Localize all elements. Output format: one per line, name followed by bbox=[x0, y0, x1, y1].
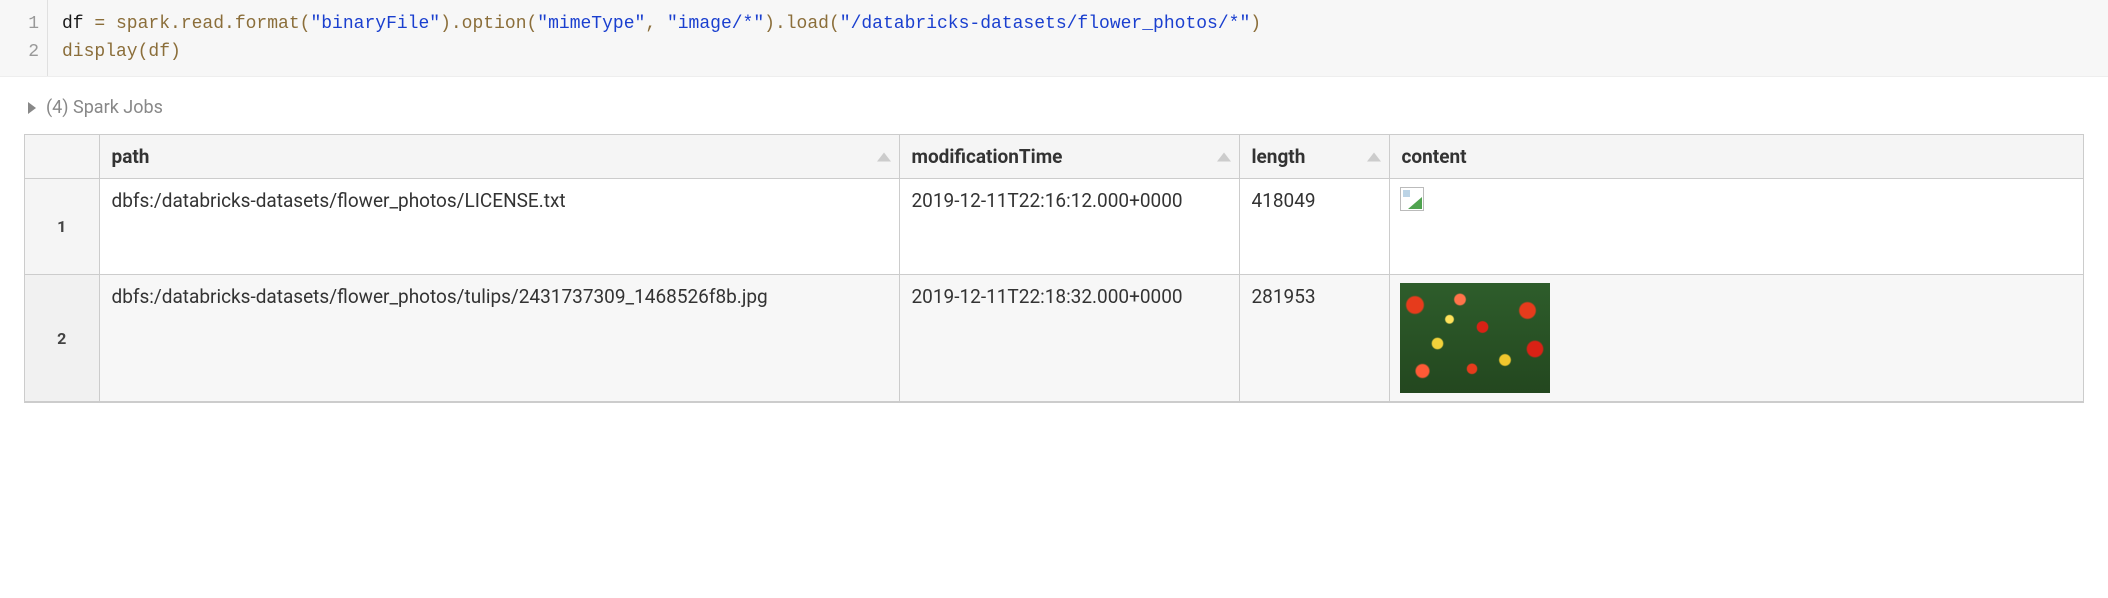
code-token: df bbox=[62, 14, 94, 34]
column-header-label: length bbox=[1252, 145, 1306, 168]
column-header-label: path bbox=[112, 145, 150, 168]
cell-content bbox=[1389, 275, 2084, 402]
table-row[interactable]: 2 dbfs:/databricks-datasets/flower_photo… bbox=[25, 275, 2084, 402]
cell-length: 418049 bbox=[1239, 179, 1389, 275]
code-token: "binaryFile" bbox=[310, 14, 440, 34]
column-header-path[interactable]: path bbox=[99, 135, 899, 179]
code-token: = spark.read.format( bbox=[94, 14, 310, 34]
code-token: "/databricks-datasets/flower_photos/*" bbox=[840, 14, 1250, 34]
cell-content bbox=[1389, 179, 2084, 275]
line-number: 1 bbox=[8, 10, 39, 38]
column-header-label: content bbox=[1402, 145, 1467, 168]
sort-caret-icon bbox=[1367, 152, 1381, 161]
caret-right-icon bbox=[28, 102, 36, 114]
column-header-length[interactable]: length bbox=[1239, 135, 1389, 179]
code-token: ).load( bbox=[764, 14, 840, 34]
column-header-content[interactable]: content bbox=[1389, 135, 2084, 179]
sort-caret-icon bbox=[877, 152, 891, 161]
code-token: ).option( bbox=[440, 14, 537, 34]
code-gutter: 1 2 bbox=[0, 0, 48, 76]
code-cell[interactable]: 1 2 df = spark.read.format("binaryFile")… bbox=[0, 0, 2108, 77]
column-header-label: modificationTime bbox=[912, 145, 1063, 168]
row-index: 2 bbox=[25, 275, 99, 402]
table-row[interactable]: 1 dbfs:/databricks-datasets/flower_photo… bbox=[25, 179, 2084, 275]
cell-modification-time: 2019-12-11T22:18:32.000+0000 bbox=[899, 275, 1239, 402]
cell-modification-time: 2019-12-11T22:16:12.000+0000 bbox=[899, 179, 1239, 275]
results-table: path modificationTime length content 1 bbox=[25, 135, 2084, 402]
table-header-row: path modificationTime length content bbox=[25, 135, 2084, 179]
code-token: "mimeType" bbox=[537, 14, 645, 34]
code-token: , bbox=[645, 14, 667, 34]
broken-image-icon bbox=[1400, 187, 1424, 211]
cell-path: dbfs:/databricks-datasets/flower_photos/… bbox=[99, 179, 899, 275]
image-thumbnail bbox=[1400, 283, 1550, 393]
code-line: df = spark.read.format("binaryFile").opt… bbox=[62, 10, 1261, 38]
column-header-modification-time[interactable]: modificationTime bbox=[899, 135, 1239, 179]
code-token: ) bbox=[1250, 14, 1261, 34]
row-index: 1 bbox=[25, 179, 99, 275]
code-content[interactable]: df = spark.read.format("binaryFile").opt… bbox=[48, 0, 1275, 76]
code-line: display(df) bbox=[62, 38, 1261, 66]
line-number: 2 bbox=[8, 38, 39, 66]
results-table-wrap: path modificationTime length content 1 bbox=[24, 134, 2084, 403]
code-token: display(df) bbox=[62, 42, 181, 62]
cell-length: 281953 bbox=[1239, 275, 1389, 402]
cell-path: dbfs:/databricks-datasets/flower_photos/… bbox=[99, 275, 899, 402]
spark-jobs-label: (4) Spark Jobs bbox=[46, 97, 163, 118]
code-token: "image/*" bbox=[667, 14, 764, 34]
column-header-index[interactable] bbox=[25, 135, 99, 179]
sort-caret-icon bbox=[1217, 152, 1231, 161]
spark-jobs-toggle[interactable]: (4) Spark Jobs bbox=[0, 77, 2108, 134]
